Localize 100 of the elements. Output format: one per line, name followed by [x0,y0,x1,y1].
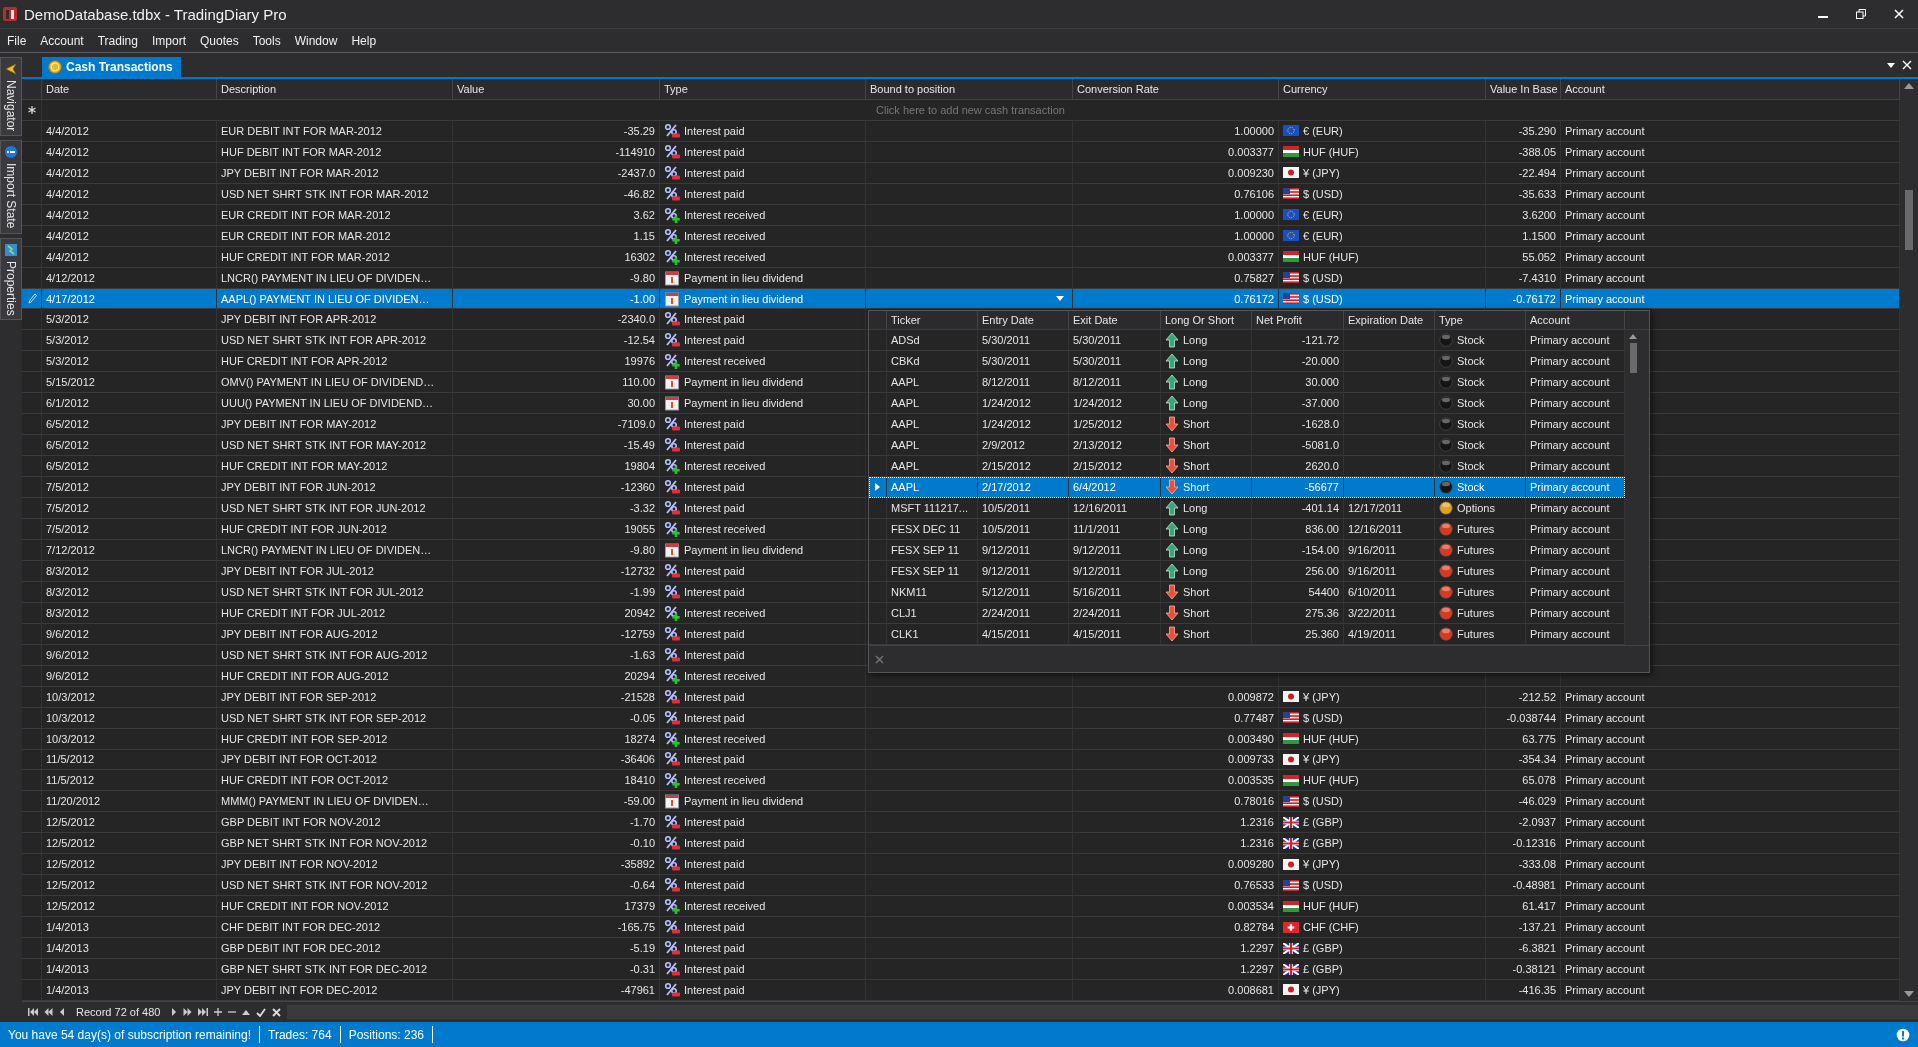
transaction-row[interactable]: 10/3/2012 USD NET SHRT STK INT FOR SEP-2012 -0.05 Interest paid 0.77487 $ (USD) -0.038744 Primary account [22,707,1900,729]
menu-item[interactable]: Window [287,33,345,48]
restore-icon[interactable] [1856,9,1866,19]
transaction-row[interactable]: 4/4/2012 HUF CREDIT INT FOR MAR-2012 16302 Interest received 0.003377 HUF (HUF) 55.052 Primary account [22,246,1900,268]
position-row[interactable]: NKM11 5/12/2011 5/16/2011 Short 54400 6/10/2011 Futures Primary account [869,582,1625,603]
position-row[interactable]: AAPL 1/24/2012 1/25/2012 Short -1628.0 Stock Primary account [869,414,1625,435]
scroll-down-icon[interactable] [1904,991,1914,997]
scroll-up-icon[interactable] [1629,334,1637,339]
type-cell: Interest paid [684,879,745,892]
conversion-rate-cell: 0.76172 [1234,292,1274,305]
transaction-row[interactable]: 1/4/2013 GBP DEBIT INT FOR DEC-2012 -5.19 Interest paid 1.2297 £ (GBP) -6.3821 Primary account [22,938,1900,960]
document-tab[interactable]: Cash Transactions [42,57,181,77]
account-cell: Primary account [1565,187,1645,200]
column-header[interactable]: Conversion Rate [1073,79,1279,99]
menu-item[interactable]: Tools [245,33,288,48]
position-row[interactable]: AAPL 8/12/2011 8/12/2011 Long 30.000 Stock Primary account [869,372,1625,393]
transaction-row[interactable]: 10/3/2012 HUF CREDIT INT FOR SEP-2012 18274 Interest received 0.003490 HUF (HUF) 63.775 Primary account [22,728,1900,750]
transaction-row[interactable]: 1/4/2013 CHF DEBIT INT FOR DEC-2012 -165.75 Interest paid 0.82784 CHF (CHF) -137.21 Primary account [22,917,1900,939]
position-row[interactable]: ADSd 5/30/2011 5/30/2011 Long -121.72 Stock Primary account [869,330,1625,351]
column-header[interactable]: Type [660,79,866,99]
exit-date-cell: 8/12/2011 [1073,376,1122,388]
first-record-icon[interactable] [28,1008,38,1016]
transaction-row[interactable]: 4/4/2012 EUR DEBIT INT FOR MAR-2012 -35.29 Interest paid 1.00000 € (EUR) -35.290 Primary account [22,120,1900,142]
next-record-icon[interactable] [172,1008,178,1016]
column-header[interactable]: Net Profit [1252,311,1344,329]
position-row[interactable]: CLJ1 2/24/2011 2/24/2011 Short 275.36 3/22/2011 Futures Primary account [869,603,1625,624]
transaction-row[interactable]: 4/4/2012 HUF DEBIT INT FOR MAR-2012 -114910 Interest paid 0.003377 HUF (HUF) -388.05 Primary account [22,141,1900,163]
transaction-row[interactable]: 1/4/2013 GBP NET SHRT STK INT FOR DEC-2012 -0.31 Interest paid 1.2297 £ (GBP) -0.38121 Primary account [22,959,1900,980]
column-header[interactable]: Description [217,79,453,99]
dropdown-caret-icon[interactable] [1886,60,1896,70]
transaction-row[interactable]: 1/4/2013 JPY DEBIT INT FOR DEC-2012 -47961 Interest paid 0.008681 ¥ (JPY) -416.35 Primary account [22,980,1900,1001]
previous-page-icon[interactable] [44,1008,53,1016]
position-row[interactable]: CLK1 4/15/2011 4/15/2011 Short 25.360 4/19/2011 Futures Primary account [869,624,1625,645]
last-record-icon[interactable] [198,1008,209,1016]
column-header[interactable]: Value [453,79,660,99]
dock-tab[interactable]: Import State [0,140,22,234]
menu-item[interactable]: Help [344,33,384,48]
position-row[interactable]: AAPL 1/24/2012 1/24/2012 Long -37.000 Stock Primary account [869,393,1625,414]
expiration-date-cell: 9/16/2011 [1348,544,1397,556]
position-row[interactable]: AAPL 2/17/2012 6/4/2012 Short -56677 Stock Primary account [869,477,1625,498]
menu-item[interactable]: File [0,33,34,48]
transaction-row[interactable]: 12/5/2012 HUF CREDIT INT FOR NOV-2012 17379 Interest received 0.003534 HUF (HUF) 61.417 Primary account [22,896,1900,918]
transaction-row[interactable]: 12/5/2012 USD NET SHRT STK INT FOR NOV-2012 -0.64 Interest paid 0.76533 $ (USD) -0.48981 Primary account [22,875,1900,897]
transaction-row[interactable]: 12/5/2012 JPY DEBIT INT FOR NOV-2012 -35892 Interest paid 0.009280 ¥ (JPY) -333.08 Primary account [22,854,1900,876]
transaction-row[interactable]: 12/5/2012 GBP DEBIT INT FOR NOV-2012 -1.70 Interest paid 1.2316 £ (GBP) -2.0937 Primary account [22,812,1900,834]
column-header[interactable]: Type [1435,311,1526,329]
position-row[interactable]: CBKd 5/30/2011 5/30/2011 Long -20.000 Stock Primary account [869,351,1625,372]
position-row[interactable]: FESX SEP 11 9/12/2011 9/12/2011 Long -154.00 9/16/2011 Futures Primary account [869,540,1625,561]
transaction-row[interactable]: 4/4/2012 EUR CREDIT INT FOR MAR-2012 1.15 Interest received 1.00000 € (EUR) 1.1500 Primary account [22,225,1900,247]
dock-tab[interactable]: Navigator [0,57,22,137]
transaction-row[interactable]: 4/4/2012 JPY DEBIT INT FOR MAR-2012 -2437.0 Interest paid 0.009230 ¥ (JPY) -22.494 Primary account [22,162,1900,184]
remove-icon[interactable] [228,1008,237,1016]
transaction-row[interactable]: 4/4/2012 USD NET SHRT STK INT FOR MAR-2012 -46.82 Interest paid 0.76106 $ (USD) -35.633 Primary account [22,183,1900,205]
checkmark-icon[interactable] [256,1007,267,1017]
transaction-row[interactable]: 4/12/2012 LNCR() PAYMENT IN LIEU OF DIVIDEN… -9.80 Payment in lieu dividend 0.75827 $ (USD) -7.4310 Primary account [22,267,1900,289]
column-header[interactable]: Long Or Short [1161,311,1252,329]
instrument-type-cell: Futures [1457,523,1495,535]
expiration-date-cell: 12/17/2011 [1348,502,1403,514]
column-header[interactable]: Ticker [887,311,978,329]
transaction-row[interactable]: 11/5/2012 HUF CREDIT INT FOR OCT-2012 18410 Interest received 0.003535 HUF (HUF) 65.078 Primary account [22,770,1900,792]
menu-item[interactable]: Account [33,33,91,48]
currency-cell: £ (GBP) [1303,837,1343,850]
position-row[interactable]: FESX DEC 11 10/5/2011 11/1/2011 Long 836.00 12/16/2011 Futures Primary account [869,519,1625,540]
position-row[interactable]: MSFT 111217... 10/5/2011 12/16/2011 Long -401.14 12/17/2011 Options Primary account [869,498,1625,519]
edit-up-icon[interactable] [242,1009,251,1015]
transaction-row[interactable]: 11/5/2012 JPY DEBIT INT FOR OCT-2012 -36406 Interest paid 0.009733 ¥ (JPY) -354.34 Primary account [22,749,1900,771]
caret-icon[interactable] [1056,295,1064,302]
scrollbar-thumb[interactable] [1905,190,1913,250]
transaction-row[interactable]: 11/20/2012 MMM() PAYMENT IN LIEU OF DIVIDEN… -59.00 Payment in lieu dividend 0.78016 $ (USD) -46.029 Primary account [22,791,1900,813]
column-header[interactable]: Expiration Date [1344,311,1435,329]
scroll-up-icon[interactable] [1904,83,1914,89]
ball-icon [1439,333,1453,347]
menu-item[interactable]: Trading [90,33,145,48]
exit-date-cell: 2/24/2011 [1073,607,1122,619]
previous-record-icon[interactable] [59,1008,64,1016]
transaction-row[interactable]: 10/3/2012 JPY DEBIT INT FOR SEP-2012 -21528 Interest paid 0.009872 ¥ (JPY) -212.52 Primary account [22,686,1900,708]
add-icon[interactable] [214,1008,223,1016]
menu-item[interactable]: Quotes [192,33,246,48]
position-row[interactable]: FESX SEP 11 9/12/2011 9/12/2011 Long 256.00 9/16/2011 Futures Primary account [869,561,1625,582]
dock-tab[interactable]: Properties [0,237,22,321]
type-cell: Interest paid [684,753,745,766]
currency-cell: $ (USD) [1303,879,1343,892]
column-header[interactable]: Exit Date [1069,311,1161,329]
value-cell: -2340.0 [617,313,655,326]
column-header[interactable]: Currency [1279,79,1486,99]
column-header[interactable]: Account [1526,311,1625,329]
scrollbar-thumb[interactable] [1629,343,1637,373]
transaction-row[interactable]: 12/5/2012 GBP NET SHRT STK INT FOR NOV-2012 -0.10 Interest paid 1.2316 £ (GBP) -0.12316 Primary account [22,833,1900,855]
column-header[interactable]: Bound to position [866,79,1073,99]
transaction-row[interactable]: 4/17/2012 AAPL() PAYMENT IN LIEU OF DIVIDEN… -1.00 Payment in lieu dividend 0.76172 $ (USD) -0.76172 Primary account [22,288,1900,310]
menu-item[interactable]: Import [144,33,193,48]
column-header[interactable]: Date [42,79,217,99]
column-header[interactable]: Value In Base [1486,79,1561,99]
next-page-icon[interactable] [183,1008,193,1016]
cancel-icon[interactable] [272,1007,282,1017]
position-row[interactable]: AAPL 2/9/2012 2/13/2012 Short -5081.0 Stock Primary account [869,435,1625,456]
transaction-row[interactable]: 4/4/2012 EUR CREDIT INT FOR MAR-2012 3.62 Interest received 1.00000 € (EUR) 3.6200 Primary account [22,204,1900,226]
column-header[interactable]: Entry Date [978,311,1069,329]
value-cell: -0.05 [629,711,655,724]
position-row[interactable]: AAPL 2/15/2012 2/15/2012 Short 2620.0 Stock Primary account [869,456,1625,477]
